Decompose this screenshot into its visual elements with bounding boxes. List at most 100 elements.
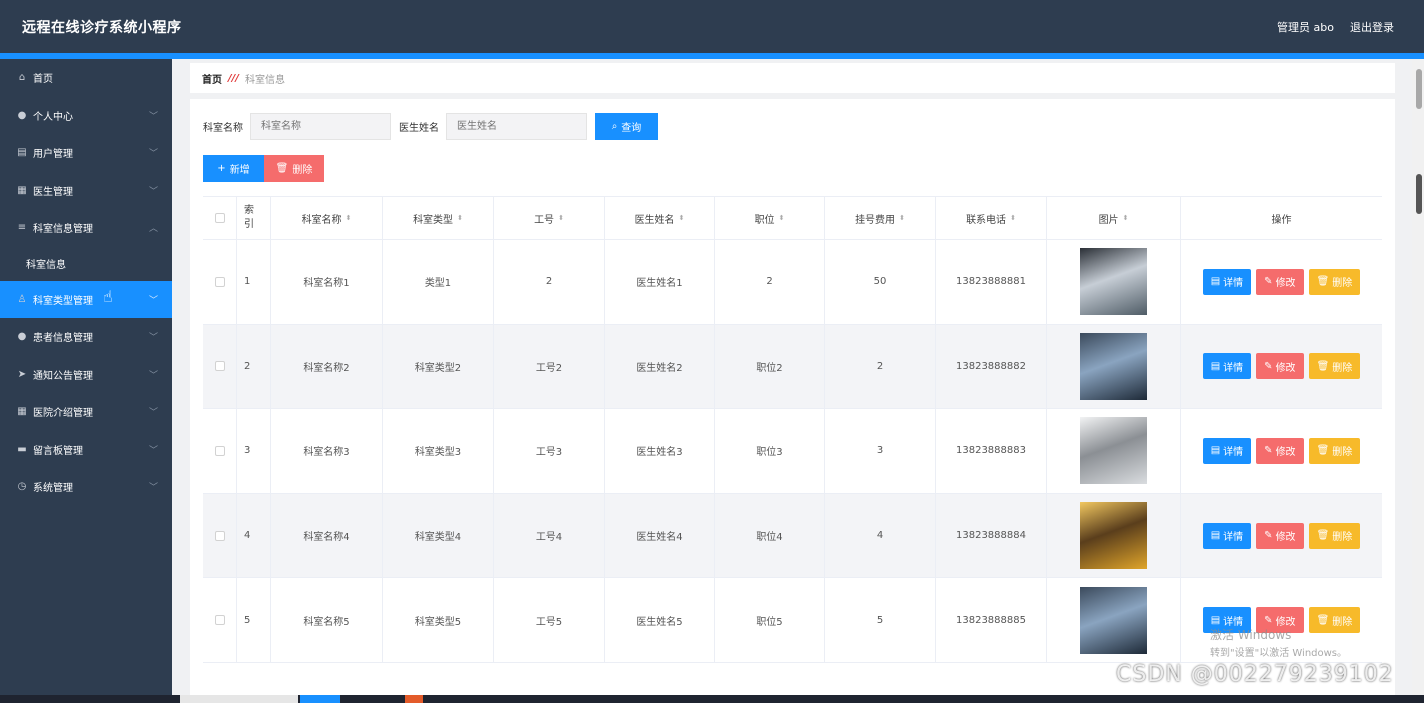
detail-button[interactable]: ▤ 详情: [1202, 268, 1252, 295]
delete-button[interactable]: 🗑 删除: [1308, 437, 1361, 464]
sidebar-item-4[interactable]: ≡ 科室信息管理 ︿: [0, 209, 172, 247]
delete-button-label: 删除: [1332, 616, 1353, 628]
sidebar-item-7[interactable]: ● 患者信息管理 ﹀: [0, 318, 172, 356]
cell-operations: ▤ 详情 ✎ 修改 🗑 删除: [1181, 325, 1382, 409]
column-header[interactable]: 科室名称 ⬍: [271, 197, 383, 239]
cell-tel: 13823888883: [936, 409, 1047, 493]
sidebar-item-label: 通知公告管理: [33, 370, 93, 382]
sidebar-item-9[interactable]: ▦ 医院介绍管理 ﹀: [0, 393, 172, 431]
column-header[interactable]: 索引: [237, 197, 271, 239]
cell-fee: 4: [825, 493, 936, 578]
search-icon: ⌕: [611, 121, 618, 132]
cell-fee: 2: [825, 324, 936, 409]
sort-icon[interactable]: ⬍: [899, 214, 905, 222]
dept-name-input[interactable]: [250, 113, 391, 140]
cell-idx: 1: [237, 240, 271, 324]
edit-button[interactable]: ✎ 修改: [1256, 437, 1304, 464]
sort-icon[interactable]: ⬍: [558, 214, 564, 222]
scroll-thumb-secondary[interactable]: [1416, 174, 1422, 214]
row-checkbox[interactable]: [203, 324, 237, 409]
cell-operations: ▤ 详情 ✎ 修改 🗑 删除: [1181, 240, 1382, 324]
logout-link[interactable]: 退出登录: [1350, 19, 1394, 35]
plus-icon: +: [217, 163, 226, 174]
row-checkbox[interactable]: [203, 409, 237, 493]
delete-button[interactable]: 🗑 删除: [1308, 522, 1361, 549]
row-checkbox[interactable]: [203, 493, 237, 578]
sidebar-item-label: 医生管理: [33, 186, 73, 198]
row-checkbox[interactable]: [203, 578, 237, 662]
sort-icon[interactable]: ⬍: [1123, 214, 1129, 222]
breadcrumb-home[interactable]: 首页: [202, 71, 222, 86]
column-header[interactable]: 工号 ⬍: [494, 197, 605, 239]
dept-photo-thumbnail[interactable]: [1080, 417, 1147, 485]
select-all-checkbox[interactable]: [203, 197, 237, 239]
delete-button[interactable]: 🗑 删除: [1308, 607, 1361, 634]
query-button[interactable]: ⌕ 查询: [595, 113, 658, 140]
delete-button[interactable]: 🗑 删除: [1308, 353, 1361, 380]
edit-button[interactable]: ✎ 修改: [1256, 268, 1304, 295]
trash-icon: 🗑: [1316, 445, 1330, 457]
sidebar-item-3[interactable]: ▦ 医生管理 ﹀: [0, 172, 172, 210]
column-header[interactable]: 联系电话 ⬍: [936, 197, 1047, 239]
doctor-name-input[interactable]: [446, 113, 587, 140]
sidebar-item-8[interactable]: ➤ 通知公告管理 ﹀: [0, 356, 172, 394]
detail-button[interactable]: ▤ 详情: [1202, 607, 1252, 634]
column-header[interactable]: 科室类型 ⬍: [383, 197, 494, 239]
table-row: 5 科室名称5 科室类型5 工号5 医生姓名5 职位5 5 13823888885 ▤ 详情 ✎ 修改…: [203, 578, 1382, 663]
list-icon: ≡: [17, 222, 27, 234]
sidebar-item-10[interactable]: ▬ 留言板管理 ﹀: [0, 431, 172, 469]
cell-image: [1047, 324, 1181, 409]
detail-button[interactable]: ▤ 详情: [1202, 437, 1252, 464]
cell-image: [1047, 240, 1181, 324]
sort-icon[interactable]: ⬍: [1010, 214, 1016, 222]
edit-button[interactable]: ✎ 修改: [1256, 522, 1304, 549]
sidebar-subitem-dept-info[interactable]: 科室信息: [0, 247, 172, 281]
column-header[interactable]: 医生姓名 ⬍: [605, 197, 715, 239]
edit-button[interactable]: ✎ 修改: [1256, 353, 1304, 380]
sidebar-item-label: 科室信息管理: [33, 224, 93, 236]
dept-photo-thumbnail[interactable]: [1080, 502, 1147, 570]
sidebar-item-6[interactable]: ♙ 科室类型管理 ﹀: [0, 280, 172, 318]
add-button[interactable]: + 新增: [203, 155, 264, 182]
cell-no: 工号4: [494, 493, 605, 578]
sidebar-item-1[interactable]: ● 个人中心 ﹀: [0, 97, 172, 135]
detail-button[interactable]: ▤ 详情: [1202, 353, 1252, 380]
sort-icon[interactable]: ⬍: [679, 214, 685, 222]
chevron-up-icon: ︿: [148, 224, 158, 234]
page-scrollbar[interactable]: [1412, 59, 1424, 695]
row-checkbox[interactable]: [203, 240, 237, 324]
scroll-thumb[interactable]: [1416, 69, 1422, 109]
dept-photo-thumbnail[interactable]: [1080, 586, 1147, 654]
column-header[interactable]: 图片 ⬍: [1047, 197, 1181, 239]
sort-icon[interactable]: ⬍: [779, 214, 785, 222]
sidebar-item-label: 科室信息: [26, 260, 66, 271]
edit-button-label: 修改: [1275, 616, 1296, 628]
chevron-down-icon: ﹀: [148, 333, 158, 343]
cell-type: 类型1: [383, 240, 494, 324]
edit-button-label: 修改: [1275, 362, 1296, 374]
dept-photo-thumbnail[interactable]: [1080, 332, 1147, 400]
sort-icon[interactable]: ⬍: [457, 214, 463, 222]
detail-icon: ▤: [1210, 276, 1221, 288]
cell-no: 2: [494, 240, 605, 324]
sidebar-item-11[interactable]: ◷ 系统管理 ﹀: [0, 468, 172, 506]
cell-doctor: 医生姓名4: [605, 493, 715, 578]
cell-tel: 13823888881: [936, 240, 1047, 324]
batch-delete-button[interactable]: 🗑 删除: [264, 155, 324, 182]
detail-button[interactable]: ▤ 详情: [1202, 522, 1252, 549]
sidebar-item-label: 医院介绍管理: [33, 408, 93, 420]
sidebar-item-2[interactable]: ▤ 用户管理 ﹀: [0, 134, 172, 172]
column-header[interactable]: 职位 ⬍: [715, 197, 825, 239]
sort-icon[interactable]: ⬍: [346, 214, 352, 222]
edit-button[interactable]: ✎ 修改: [1256, 607, 1304, 634]
delete-button[interactable]: 🗑 删除: [1308, 268, 1361, 295]
pencil-icon: ✎: [1264, 614, 1273, 626]
column-header-label: 职位: [754, 214, 775, 226]
column-header-label: 科室名称: [301, 214, 342, 226]
sidebar-item-0[interactable]: ⌂ 首页: [0, 59, 172, 97]
clock-icon: ◷: [17, 481, 27, 493]
column-header[interactable]: 挂号费用 ⬍: [825, 197, 936, 239]
chevron-down-icon: ﹀: [148, 186, 158, 197]
dept-photo-thumbnail[interactable]: [1080, 248, 1147, 316]
home-icon: ⌂: [18, 72, 26, 84]
